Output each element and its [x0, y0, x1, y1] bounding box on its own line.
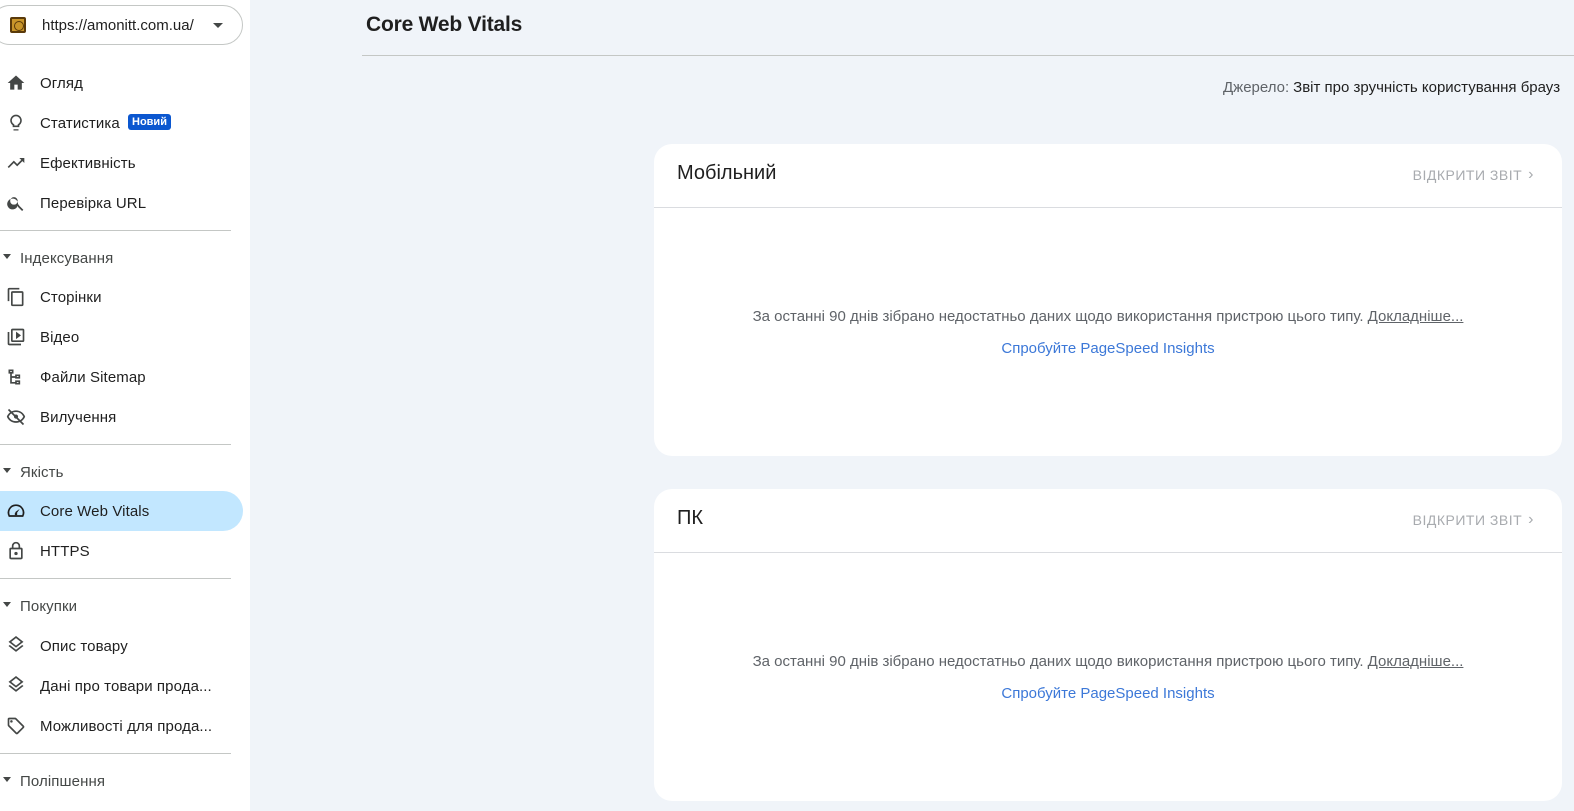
- sidebar-item-label: Перевірка URL: [40, 195, 147, 212]
- source-label: Джерело:: [1223, 79, 1290, 96]
- home-icon: [6, 73, 26, 93]
- pages-icon: [6, 287, 26, 307]
- no-data-message: За останні 90 днів зібрано недостатньо д…: [654, 653, 1562, 670]
- sidebar-item-pages[interactable]: Сторінки: [0, 277, 243, 317]
- layers-icon: [6, 636, 26, 656]
- source-value: Звіт про зручність користування брауз: [1293, 79, 1561, 96]
- sidebar-item-label: Опис товару: [40, 638, 128, 655]
- caret-down-icon: [3, 254, 11, 259]
- section-shopping[interactable]: Покупки: [0, 591, 243, 621]
- section-quality[interactable]: Якість: [0, 457, 243, 487]
- caret-down-icon: [3, 777, 11, 782]
- section-title: Поліпшення: [20, 773, 106, 790]
- sidebar-item-label: Огляд: [40, 75, 83, 92]
- tag-icon: [6, 716, 26, 736]
- sidebar-item-performance[interactable]: Ефективність: [0, 143, 243, 183]
- sidebar-item-video[interactable]: Відео: [0, 317, 243, 357]
- sidebar-item-sitemaps[interactable]: Файли Sitemap: [0, 357, 243, 397]
- sitemap-icon: [6, 367, 26, 387]
- eye-off-icon: [6, 407, 26, 427]
- chevron-down-icon: [213, 23, 223, 28]
- chevron-right-icon: ›: [1528, 166, 1534, 183]
- sidebar-item-label: Відео: [40, 329, 80, 346]
- sidebar-item-overview[interactable]: Огляд: [0, 63, 243, 103]
- open-report-button[interactable]: ВІДКРИТИ ЗВІТ ›: [1412, 511, 1534, 529]
- video-icon: [6, 327, 26, 347]
- message-text: За останні 90 днів зібрано недостатньо д…: [752, 308, 1364, 325]
- section-indexing[interactable]: Індексування: [0, 243, 243, 273]
- lock-icon: [6, 541, 26, 561]
- sidebar-item-label: Вилучення: [40, 409, 117, 426]
- new-badge: Новий: [128, 114, 171, 130]
- section-title: Якість: [20, 464, 64, 481]
- open-report-label: ВІДКРИТИ ЗВІТ: [1412, 167, 1523, 183]
- message-text: За останні 90 днів зібрано недостатньо д…: [752, 653, 1364, 670]
- sidebar-item-product-snippets[interactable]: Опис товару: [0, 626, 243, 666]
- divider: [0, 444, 231, 445]
- chevron-right-icon: ›: [1528, 511, 1534, 528]
- open-report-button[interactable]: ВІДКРИТИ ЗВІТ ›: [1412, 166, 1534, 184]
- learn-more-link[interactable]: Докладніше...: [1368, 653, 1464, 670]
- divider: [0, 753, 231, 754]
- sidebar-item-core-web-vitals[interactable]: Core Web Vitals: [0, 491, 243, 531]
- sidebar-item-insights[interactable]: Статистика: [0, 103, 243, 143]
- sidebar-item-label: Файли Sitemap: [40, 369, 146, 386]
- open-report-label: ВІДКРИТИ ЗВІТ: [1412, 512, 1523, 528]
- sidebar-item-https[interactable]: HTTPS: [0, 531, 243, 571]
- caret-down-icon: [3, 468, 11, 473]
- sidebar: https://amonitt.com.ua/ Огляд Статистика…: [0, 0, 250, 811]
- sidebar-item-label: HTTPS: [40, 543, 90, 560]
- data-source: Джерело: Звіт про зручність користування …: [1223, 79, 1560, 96]
- layers-icon: [6, 676, 26, 696]
- section-title: Покупки: [20, 598, 78, 615]
- sidebar-item-label: Ефективність: [40, 155, 136, 172]
- sidebar-item-label: Можливості для прода...: [40, 718, 213, 735]
- mobile-card: Мобільний ВІДКРИТИ ЗВІТ › За останні 90 …: [654, 144, 1562, 456]
- sidebar-item-shopping-opportunities[interactable]: Можливості для прода...: [0, 706, 243, 746]
- divider: [654, 207, 1562, 208]
- sidebar-item-label: Статистика: [40, 115, 120, 132]
- desktop-card: ПК ВІДКРИТИ ЗВІТ › За останні 90 днів зі…: [654, 489, 1562, 801]
- sidebar-item-merchant-listings[interactable]: Дані про товари прода...: [0, 666, 243, 706]
- search-icon: [6, 193, 26, 213]
- trending-up-icon: [6, 153, 26, 173]
- divider: [0, 230, 231, 231]
- learn-more-link[interactable]: Докладніше...: [1368, 308, 1464, 325]
- property-url: https://amonitt.com.ua/: [42, 17, 194, 34]
- divider: [0, 578, 231, 579]
- caret-down-icon: [3, 602, 11, 607]
- divider: [654, 552, 1562, 553]
- page-title: Core Web Vitals: [366, 13, 523, 36]
- card-title: Мобільний: [677, 162, 777, 184]
- divider: [362, 55, 1574, 56]
- section-title: Індексування: [20, 250, 114, 267]
- sidebar-item-label: Дані про товари прода...: [40, 678, 212, 695]
- sidebar-item-removals[interactable]: Вилучення: [0, 397, 243, 437]
- site-favicon-icon: [10, 17, 26, 33]
- speed-icon: [6, 501, 26, 521]
- section-enhancements[interactable]: Поліпшення: [0, 766, 243, 796]
- sidebar-item-label: Core Web Vitals: [40, 503, 150, 520]
- sidebar-item-label: Сторінки: [40, 289, 102, 306]
- pagespeed-insights-link[interactable]: Спробуйте PageSpeed Insights: [654, 340, 1562, 357]
- sidebar-item-url-inspection[interactable]: Перевірка URL: [0, 183, 243, 223]
- lightbulb-icon: [6, 113, 26, 133]
- pagespeed-insights-link[interactable]: Спробуйте PageSpeed Insights: [654, 685, 1562, 702]
- property-selector[interactable]: https://amonitt.com.ua/: [0, 5, 243, 45]
- card-title: ПК: [677, 507, 704, 529]
- no-data-message: За останні 90 днів зібрано недостатньо д…: [654, 308, 1562, 325]
